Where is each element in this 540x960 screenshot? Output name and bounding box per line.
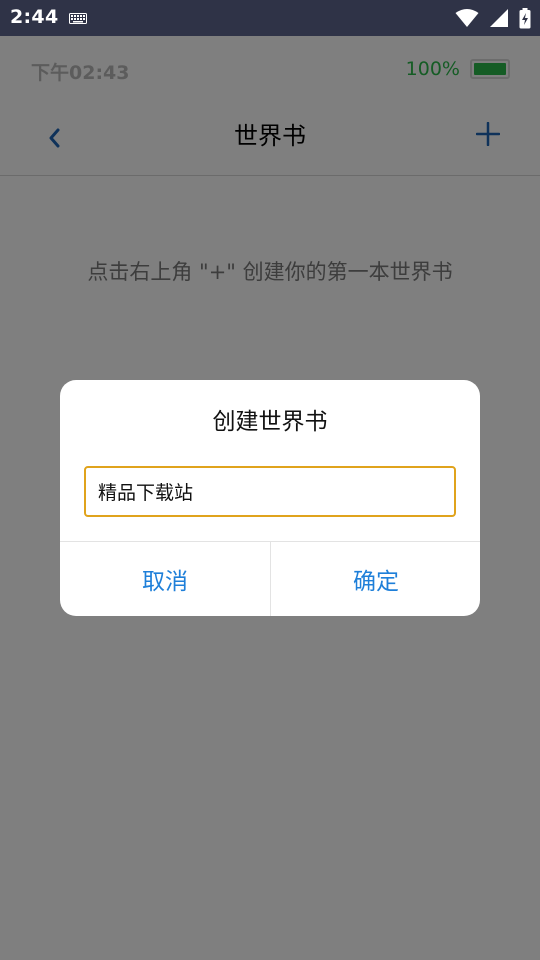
- system-time: 2:44: [10, 6, 59, 28]
- system-status-bar: 2:44: [0, 0, 540, 36]
- cancel-button[interactable]: 取消: [60, 542, 270, 616]
- keyboard-icon: [69, 13, 87, 24]
- confirm-button[interactable]: 确定: [271, 542, 480, 616]
- world-book-name-input[interactable]: [84, 466, 456, 517]
- battery-charging-icon: [519, 7, 531, 28]
- create-world-book-dialog: 创建世界书 取消 确定: [60, 380, 480, 616]
- wifi-icon: [455, 9, 479, 27]
- system-status-icons: [455, 7, 531, 29]
- dialog-title: 创建世界书: [212, 409, 328, 435]
- cellular-signal-icon: [490, 9, 508, 27]
